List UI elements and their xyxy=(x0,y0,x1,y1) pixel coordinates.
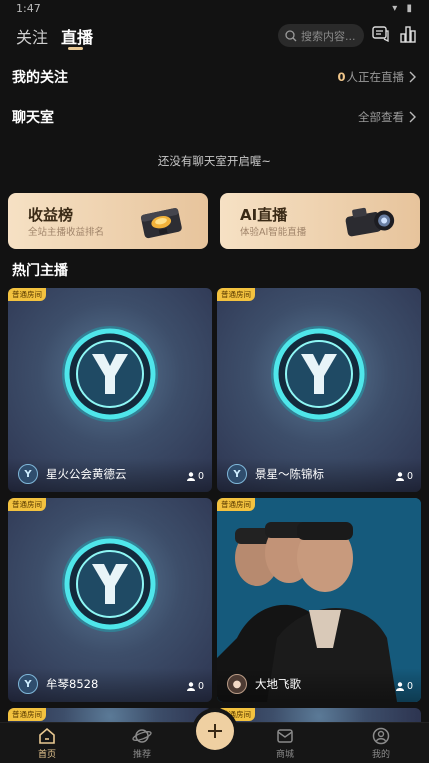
anchor-card[interactable]: 普通房间 Y 星火公会黄德云 0 xyxy=(8,288,212,492)
tab-label: 推荐 xyxy=(132,750,151,760)
user-icon xyxy=(186,682,195,691)
anchor-card[interactable]: 普通房间 ● 大地飞歌 0 xyxy=(217,498,421,702)
search-placeholder: 搜索内容... xyxy=(301,29,356,43)
tab-label: 首页 xyxy=(37,750,56,760)
banner-title: 收益榜 xyxy=(28,206,74,224)
user-icon xyxy=(395,682,404,691)
tab-follow[interactable]: 关注 xyxy=(16,24,48,48)
mail-icon xyxy=(277,729,293,743)
tab-shop[interactable]: 商城 xyxy=(255,727,315,760)
ranking-icon[interactable] xyxy=(400,25,416,43)
live-count: 0 xyxy=(337,70,346,84)
viewer-count-value: 0 xyxy=(197,681,204,692)
chevron-right-icon xyxy=(409,71,416,83)
tab-live[interactable]: 直播 xyxy=(61,24,93,48)
message-icon[interactable] xyxy=(372,26,389,42)
room-type-badge: 普通房间 xyxy=(8,498,46,511)
active-tab-indicator xyxy=(68,47,83,50)
avatar: Y xyxy=(227,464,247,484)
battery-icon: ▮ xyxy=(406,3,415,14)
viewer-count: 0 xyxy=(186,681,204,692)
card-footer xyxy=(217,668,421,702)
camera-icon xyxy=(345,207,395,237)
my-follow-row[interactable]: 我的关注 0 人正在直播 xyxy=(12,66,417,88)
user-icon xyxy=(372,727,390,745)
avatar: Y xyxy=(18,464,38,484)
viewer-count: 0 xyxy=(186,471,204,482)
room-type-badge: 普通房间 xyxy=(8,288,46,301)
hot-anchors-title: 热门主播 xyxy=(12,263,68,279)
y-logo-thumbnail xyxy=(271,326,367,422)
tab-mine[interactable]: 我的 xyxy=(351,727,411,760)
room-type-badge: 普通房间 xyxy=(217,498,255,511)
search-box[interactable]: 搜索内容... xyxy=(278,24,364,47)
y-logo-thumbnail xyxy=(62,536,158,632)
avatar: Y xyxy=(18,674,38,694)
chevron-right-icon xyxy=(409,111,416,123)
viewer-count: 0 xyxy=(395,471,413,482)
view-all-link[interactable]: 全部查看 xyxy=(358,109,417,125)
tab-label: 我的 xyxy=(371,750,390,760)
planet-icon xyxy=(132,729,152,743)
anchor-name: 大地飞歌 xyxy=(255,677,301,691)
anchor-name: 牟琴8528 xyxy=(46,677,99,691)
anchor-name: 景星～陈锦标 xyxy=(255,467,324,481)
chat-room-row: 聊天室 全部查看 xyxy=(12,106,417,128)
my-follow-status: 0 人正在直播 xyxy=(337,69,417,85)
card-footer xyxy=(8,668,212,702)
avatar: ● xyxy=(227,674,247,694)
user-icon xyxy=(186,472,195,481)
earnings-ranking-banner[interactable]: 收益榜 全站主播收益排名 xyxy=(8,193,208,249)
ai-live-banner[interactable]: AI直播 体验AI智能直播 xyxy=(220,193,420,249)
viewer-count-value: 0 xyxy=(406,471,413,482)
viewer-count: 0 xyxy=(395,681,413,692)
search-icon xyxy=(285,29,297,41)
y-logo-thumbnail xyxy=(62,326,158,422)
my-follow-title: 我的关注 xyxy=(12,70,68,86)
anchor-card[interactable]: 普通房间 Y 牟琴8528 0 xyxy=(8,498,212,702)
wifi-icon: ▾ xyxy=(392,3,401,14)
create-live-button[interactable] xyxy=(196,712,234,750)
viewer-count-value: 0 xyxy=(406,681,413,692)
room-type-badge: 普通房间 xyxy=(8,708,46,721)
banner-subtitle: 全站主播收益排名 xyxy=(28,227,105,238)
chat-room-title: 聊天室 xyxy=(12,110,54,126)
banner-subtitle: 体验AI智能直播 xyxy=(240,227,307,238)
tab-home[interactable]: 首页 xyxy=(17,727,77,760)
plus-icon xyxy=(208,724,222,738)
chat-room-empty-text: 还没有聊天室开启喔~ xyxy=(157,154,272,168)
view-all-label: 全部查看 xyxy=(358,110,404,124)
anchor-card[interactable]: 普通房间 Y 景星～陈锦标 0 xyxy=(217,288,421,492)
viewer-count-value: 0 xyxy=(197,471,204,482)
status-bar: 1:47 ▾ ▮ xyxy=(0,0,429,18)
banner-title: AI直播 xyxy=(240,206,288,224)
live-count-suffix: 人正在直播 xyxy=(346,70,405,84)
top-bar: 关注 直播 搜索内容... xyxy=(0,22,429,52)
anchor-name: 星火公会黄德云 xyxy=(46,467,127,481)
treasure-chest-icon xyxy=(140,208,182,239)
home-icon xyxy=(39,727,55,744)
status-time: 1:47 xyxy=(16,2,41,15)
system-icons: ▾ ▮ xyxy=(392,3,415,14)
room-type-badge: 普通房间 xyxy=(217,288,255,301)
user-icon xyxy=(395,472,404,481)
tab-recommend[interactable]: 推荐 xyxy=(112,727,172,760)
tab-label: 商城 xyxy=(275,750,294,760)
